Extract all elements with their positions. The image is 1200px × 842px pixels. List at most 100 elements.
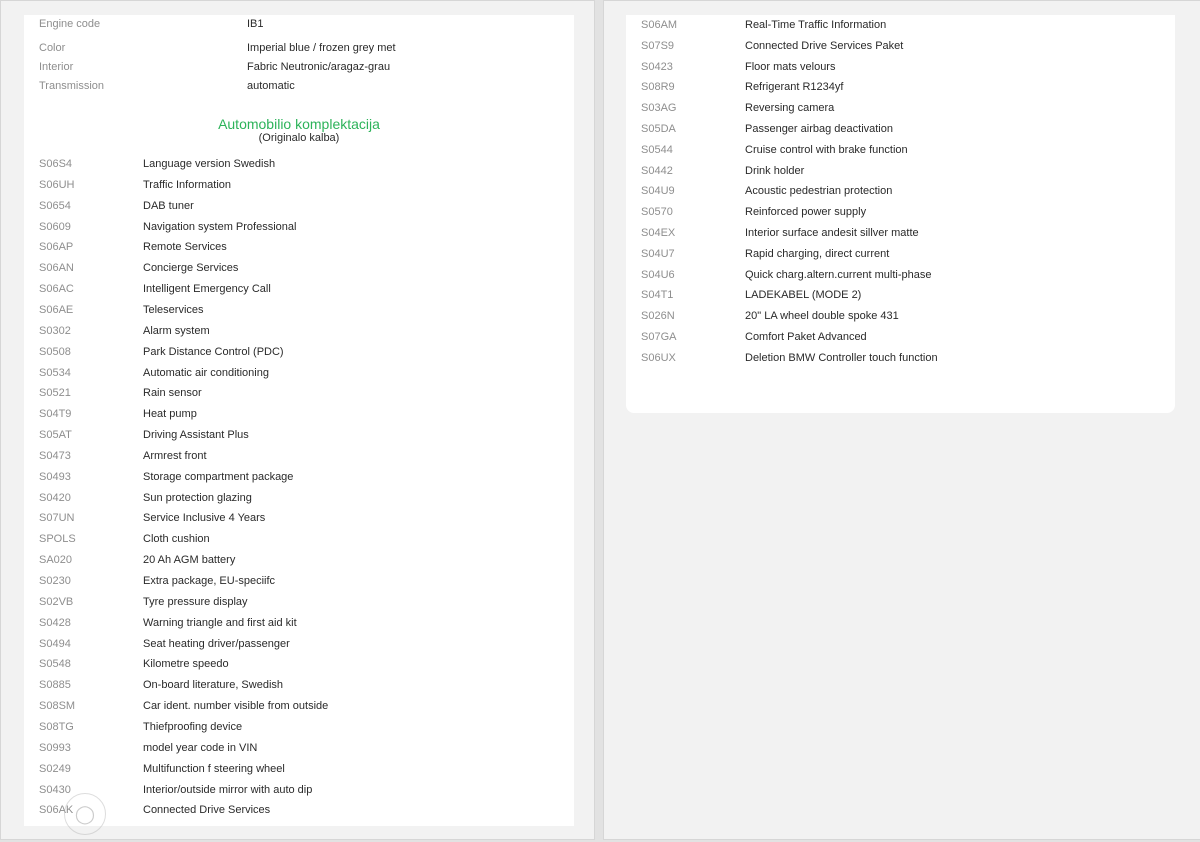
option-row: S06AP Remote Services	[39, 239, 559, 255]
option-code: S06AC	[39, 283, 74, 296]
color-value: Imperial blue / frozen grey met	[247, 42, 396, 54]
option-code: SA020	[39, 554, 73, 567]
option-label: Cloth cushion	[143, 533, 210, 546]
option-label: Alarm system	[143, 324, 210, 337]
option-code: S0548	[39, 658, 71, 671]
engine-code-value: IB1	[247, 18, 264, 30]
option-row: S06UH Traffic Information	[39, 177, 559, 193]
option-code: S08R9	[641, 81, 675, 94]
option-label: Multifunction f steering wheel	[143, 762, 285, 775]
option-row: S0423 Floor mats velours	[641, 59, 1161, 75]
option-label: Driving Assistant Plus	[143, 429, 249, 442]
option-row: S0302 Alarm system	[39, 323, 559, 339]
option-label: Acoustic pedestrian protection	[745, 185, 893, 198]
option-label: Kilometre speedo	[143, 658, 229, 671]
option-code: S06S4	[39, 158, 73, 170]
option-label: Interior surface andesit sillver matte	[745, 227, 919, 239]
option-label: Teleservices	[143, 303, 204, 316]
option-row: S06AM Real-Time Traffic Information	[641, 17, 1161, 33]
option-label: Automatic air conditioning	[143, 366, 269, 379]
option-row: SA020 20 Ah AGM battery	[39, 552, 559, 568]
option-code: S06UX	[641, 351, 676, 364]
option-code: S0609	[39, 220, 71, 233]
option-label: Traffic Information	[143, 178, 232, 191]
right-page: S06AM Real-Time Traffic Information S07S9 C…	[603, 0, 1200, 840]
option-row: S0609 Navigation system Professional	[39, 219, 559, 235]
option-row: S05AT Driving Assistant Plus	[39, 427, 559, 443]
option-code: S02VB	[39, 595, 74, 608]
option-row: S06AK Connected Drive Services	[39, 802, 559, 818]
option-code: S0654	[39, 199, 71, 212]
option-code: S0993	[39, 741, 71, 754]
option-row: S0428 Warning triangle and first aid kit	[39, 615, 559, 631]
option-label: Rain sensor	[143, 387, 202, 400]
color-row: Color Imperial blue / frozen grey met	[39, 40, 559, 56]
option-code: S0423	[641, 60, 673, 73]
option-code: S05DA	[641, 123, 676, 135]
option-label: Interior/outside mirror with auto dip	[143, 783, 313, 796]
option-code: S05AT	[39, 429, 72, 442]
options-continued-card: S06AM Real-Time Traffic Information S07S9 C…	[626, 15, 1175, 413]
option-row: S0544 Cruise control with brake function	[641, 142, 1161, 158]
option-code: S0570	[641, 206, 673, 219]
option-code: S0230	[39, 575, 71, 587]
option-code: SPOLS	[39, 533, 76, 546]
option-code: S0493	[39, 470, 71, 483]
option-code: S0885	[39, 679, 71, 692]
option-row: S04U6 Quick charg.altern.current multi-ph…	[641, 267, 1161, 283]
option-row: S026N 20" LA wheel double spoke 431	[641, 308, 1161, 324]
option-row: S0430 Interior/outside mirror with auto d…	[39, 782, 559, 798]
option-code: S06AE	[39, 303, 74, 316]
option-code: S0534	[39, 366, 71, 379]
transmission-value: automatic	[247, 80, 295, 92]
option-label: Real-Time Traffic Information	[745, 19, 887, 31]
option-row: S04U9 Acoustic pedestrian protection	[641, 183, 1161, 199]
option-label: Tyre pressure display	[143, 595, 248, 608]
option-row: S0442 Drink holder	[641, 163, 1161, 179]
option-label: Passenger airbag deactivation	[745, 123, 893, 135]
option-row: S08TG Thiefproofing device	[39, 719, 559, 735]
option-row: S0493 Storage compartment package	[39, 469, 559, 485]
option-code: S0302	[39, 324, 71, 337]
option-row: S0508 Park Distance Control (PDC)	[39, 344, 559, 360]
option-label: Armrest front	[143, 449, 207, 462]
option-label: DAB tuner	[143, 199, 194, 212]
option-code: S04EX	[641, 227, 676, 239]
color-label: Color	[39, 42, 66, 54]
option-code: S04T1	[641, 289, 674, 302]
option-row: S0993 model year code in VIN	[39, 740, 559, 756]
option-code: S0442	[641, 164, 673, 177]
option-row: S07UN Service Inclusive 4 Years	[39, 510, 559, 526]
option-row: S0570 Reinforced power supply	[641, 204, 1161, 220]
engine-code-label: Engine code	[39, 18, 101, 30]
option-row: S06AC Intelligent Emergency Call	[39, 281, 559, 297]
option-label: Cruise control with brake function	[745, 143, 908, 156]
option-label: Thiefproofing device	[143, 720, 243, 733]
option-code: S06AN	[39, 262, 74, 275]
option-code: S026N	[641, 310, 675, 323]
option-row: SPOLS Cloth cushion	[39, 531, 559, 547]
option-code: S08SM	[39, 700, 76, 713]
option-row: S0534 Automatic air conditioning	[39, 365, 559, 381]
option-label: Floor mats velours	[745, 60, 836, 73]
option-code: S08TG	[39, 720, 74, 733]
option-label: model year code in VIN	[143, 741, 258, 754]
option-label: Remote Services	[143, 241, 227, 254]
option-row: S07S9 Connected Drive Services Paket	[641, 38, 1161, 54]
option-label: Navigation system Professional	[143, 220, 297, 233]
option-label: On-board literature, Swedish	[143, 679, 284, 692]
option-code: S07S9	[641, 39, 675, 52]
option-row: S06S4 Language version Swedish	[39, 156, 559, 172]
option-row: S04U7 Rapid charging, direct current	[641, 246, 1161, 262]
option-row: S0249 Multifunction f steering wheel	[39, 761, 559, 777]
option-row: S04T9 Heat pump	[39, 406, 559, 422]
option-label: Deletion BMW Controller touch function	[745, 351, 938, 364]
option-row: S02VB Tyre pressure display	[39, 594, 559, 610]
option-row: S03AG Reversing camera	[641, 100, 1161, 116]
vehicle-spec-card: Engine code IB1 Color Imperial blue / fr…	[24, 15, 574, 835]
section-subtitle: (Originalo kalba)	[258, 132, 340, 144]
option-code: S0494	[39, 637, 71, 650]
option-row: S04EX Interior surface andesit sillver ma…	[641, 225, 1161, 241]
option-row: S06AE Teleservices	[39, 302, 559, 318]
option-label: Connected Drive Services Paket	[745, 39, 904, 52]
